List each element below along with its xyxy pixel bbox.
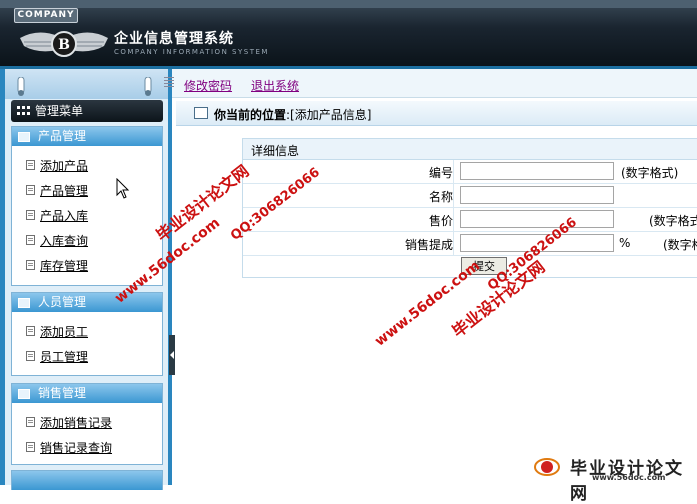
document-icon bbox=[26, 185, 35, 195]
cell-divider bbox=[453, 160, 454, 183]
document-icon bbox=[26, 417, 35, 427]
field-hint: (数字格式) bbox=[621, 166, 679, 180]
group-header[interactable]: 销售管理 bbox=[12, 384, 162, 403]
field-label: 售价 bbox=[428, 214, 453, 228]
menu-group-staff: 人员管理 添加员工 员工管理 bbox=[11, 292, 163, 376]
sidebar-collapse-handle[interactable] bbox=[169, 335, 175, 375]
corner-logo-url: www.56doc.com bbox=[592, 473, 666, 482]
product-price-input[interactable] bbox=[460, 210, 614, 228]
location-text: 你当前的位置:[添加产品信息] bbox=[214, 106, 371, 123]
product-form: 详细信息 编号 (数字格式) 名称 售价 (数字格式) 销售提成 % (数字格式… bbox=[242, 138, 697, 278]
document-icon bbox=[26, 260, 35, 270]
svg-text:B: B bbox=[58, 37, 70, 53]
group-header[interactable]: 人员管理 bbox=[12, 293, 162, 312]
menu-item-sales-record-query[interactable]: 销售记录查询 bbox=[12, 434, 162, 459]
product-name-input[interactable] bbox=[460, 186, 614, 204]
location-label: 你当前的位置 bbox=[214, 108, 287, 122]
cell-divider bbox=[453, 208, 454, 231]
sidebar-binder-top bbox=[5, 69, 168, 99]
menu-item-label: 产品入库 bbox=[40, 209, 89, 223]
cell-divider bbox=[453, 232, 454, 255]
menu-item-product-stock-in[interactable]: 产品入库 bbox=[12, 202, 162, 227]
cell-divider bbox=[453, 184, 454, 207]
winged-b-logo-icon: B bbox=[20, 31, 108, 57]
product-id-input[interactable] bbox=[460, 162, 614, 180]
corner-site-logo: 毕业设计论文网 www.56doc.com bbox=[532, 450, 692, 504]
folder-icon bbox=[18, 389, 30, 399]
menu-item-add-sales-record[interactable]: 添加销售记录 bbox=[12, 409, 162, 434]
change-password-link[interactable]: 修改密码 bbox=[184, 77, 232, 94]
menu-group-sales: 销售管理 添加销售记录 销售记录查询 bbox=[11, 383, 163, 465]
group-header[interactable] bbox=[12, 471, 162, 490]
folder-icon bbox=[18, 132, 30, 142]
menu-item-label: 库存管理 bbox=[40, 259, 89, 273]
field-hint: (数字格式) bbox=[663, 238, 697, 252]
top-nav: 修改密码 退出系统 bbox=[164, 69, 697, 98]
menu-header: 管理菜单 bbox=[11, 100, 163, 122]
document-icon bbox=[26, 235, 35, 245]
menu-grid-icon bbox=[17, 106, 30, 115]
system-subtitle: COMPANY INFORMATION SYSTEM bbox=[114, 48, 269, 56]
form-row-name: 名称 bbox=[243, 184, 697, 208]
document-icon bbox=[26, 351, 35, 361]
binder-ring-icon bbox=[17, 77, 25, 96]
menu-item-product-manage[interactable]: 产品管理 bbox=[12, 177, 162, 202]
form-row-price: 售价 (数字格式) bbox=[243, 208, 697, 232]
menu-item-employee-manage[interactable]: 员工管理 bbox=[12, 343, 162, 368]
document-icon bbox=[26, 210, 35, 220]
folder-icon bbox=[18, 298, 30, 308]
menu-item-label: 产品管理 bbox=[40, 184, 89, 198]
form-title: 详细信息 bbox=[251, 144, 300, 158]
menu-item-add-product[interactable]: 添加产品 bbox=[12, 152, 162, 177]
form-header: 详细信息 bbox=[243, 139, 697, 160]
field-label: 名称 bbox=[428, 190, 453, 204]
binder-ring-icon bbox=[144, 77, 152, 96]
header-top-strip bbox=[0, 0, 697, 8]
field-label: 销售提成 bbox=[404, 238, 453, 252]
menu-item-label: 销售记录查询 bbox=[40, 441, 113, 455]
group-title: 人员管理 bbox=[38, 295, 87, 309]
field-hint: (数字格式) bbox=[649, 214, 697, 228]
form-row-commission: 销售提成 % (数字格式) bbox=[243, 232, 697, 256]
document-icon bbox=[26, 326, 35, 336]
system-title: 企业信息管理系统 bbox=[114, 31, 234, 47]
group-header[interactable]: 产品管理 bbox=[12, 127, 162, 146]
company-badge: COMPANY bbox=[14, 8, 78, 23]
app-header: COMPANY B 企业信息管理系统 COMPANY INFORMATION S… bbox=[0, 0, 697, 69]
globe-logo-icon bbox=[534, 458, 560, 476]
group-title: 产品管理 bbox=[38, 129, 87, 143]
menu-item-label: 添加员工 bbox=[40, 325, 89, 339]
group-title: 销售管理 bbox=[38, 386, 87, 400]
location-bar: 你当前的位置:[添加产品信息] bbox=[176, 101, 697, 126]
document-icon bbox=[26, 442, 35, 452]
menu-title: 管理菜单 bbox=[35, 104, 84, 118]
field-unit: % bbox=[619, 236, 631, 250]
drag-dots-icon bbox=[164, 77, 174, 87]
menu-item-label: 添加产品 bbox=[40, 159, 89, 173]
menu-group-more bbox=[11, 470, 163, 490]
window-icon bbox=[194, 107, 208, 119]
logout-link[interactable]: 退出系统 bbox=[251, 77, 299, 94]
menu-item-add-employee[interactable]: 添加员工 bbox=[12, 318, 162, 343]
field-label: 编号 bbox=[428, 166, 453, 180]
menu-item-label: 添加销售记录 bbox=[40, 416, 113, 430]
menu-item-stock-in-query[interactable]: 入库查询 bbox=[12, 227, 162, 252]
menu-group-products: 产品管理 添加产品 产品管理 产品入库 入库查询 库存管理 bbox=[11, 126, 163, 286]
menu-item-label: 入库查询 bbox=[40, 234, 89, 248]
mouse-cursor-icon bbox=[116, 178, 130, 199]
document-icon bbox=[26, 160, 35, 170]
menu-item-label: 员工管理 bbox=[40, 350, 89, 364]
location-value: :[添加产品信息] bbox=[286, 108, 372, 122]
